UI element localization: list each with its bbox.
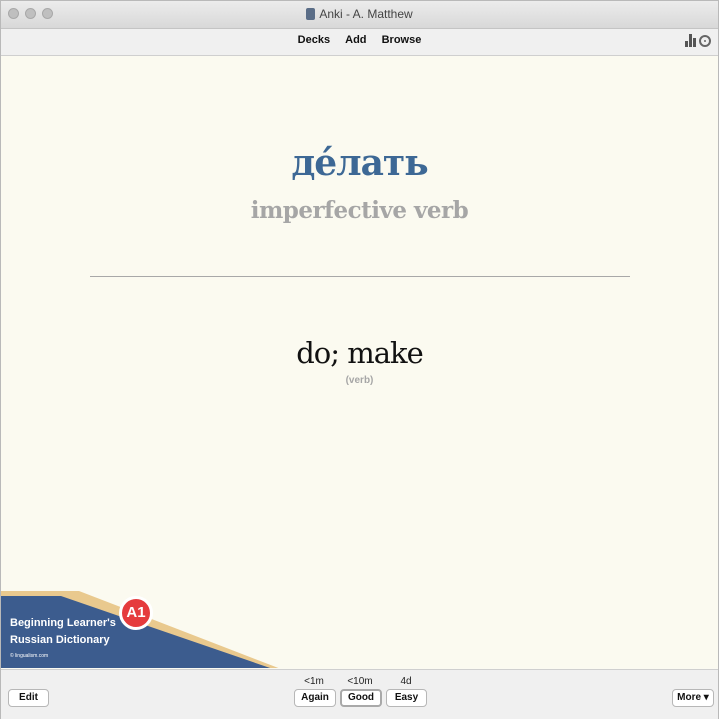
main-toolbar: Decks Add Browse: [1, 29, 718, 56]
again-button[interactable]: Again: [294, 689, 336, 707]
card-meaning: do; make: [296, 336, 424, 370]
sync-icon[interactable]: [699, 34, 711, 47]
easy-button[interactable]: Easy: [386, 689, 427, 707]
browse-link[interactable]: Browse: [382, 34, 422, 46]
anki-app-icon: [306, 8, 316, 20]
card-word: де́лать: [291, 142, 428, 184]
toolbar-icons: [685, 34, 711, 47]
anki-window: Anki - A. Matthew Decks Add Browse де́ла…: [0, 0, 719, 719]
card-part-of-speech: imperfective verb: [250, 197, 469, 224]
card-view: де́лать imperfective verb do; make (verb…: [1, 56, 718, 668]
banner-title-line1: Beginning Learner's: [10, 617, 116, 629]
dictionary-banner: Beginning Learner's Russian Dictionary ©…: [1, 591, 281, 668]
good-button[interactable]: Good: [340, 689, 382, 707]
decks-link[interactable]: Decks: [298, 34, 330, 46]
add-link[interactable]: Add: [345, 34, 366, 46]
review-bar: Edit <1m Again <10m Good 4d Easy More ▾: [1, 669, 718, 719]
answer-divider: [90, 276, 630, 277]
title-bar: Anki - A. Matthew: [1, 1, 718, 29]
banner-title-line2: Russian Dictionary: [10, 634, 110, 646]
toolbar-nav: Decks Add Browse: [1, 34, 718, 46]
edit-button[interactable]: Edit: [8, 689, 49, 707]
window-title-text: Anki - A. Matthew: [319, 7, 413, 21]
good-interval: <10m: [347, 676, 373, 687]
again-interval: <1m: [304, 676, 324, 687]
window-title: Anki - A. Matthew: [1, 7, 718, 21]
level-badge: A1: [119, 596, 153, 630]
more-button[interactable]: More ▾: [672, 689, 714, 707]
easy-interval: 4d: [400, 676, 412, 687]
banner-site: © lingualism.com: [10, 653, 49, 659]
card-meaning-sub: (verb): [345, 375, 374, 386]
stats-icon[interactable]: [685, 34, 696, 47]
